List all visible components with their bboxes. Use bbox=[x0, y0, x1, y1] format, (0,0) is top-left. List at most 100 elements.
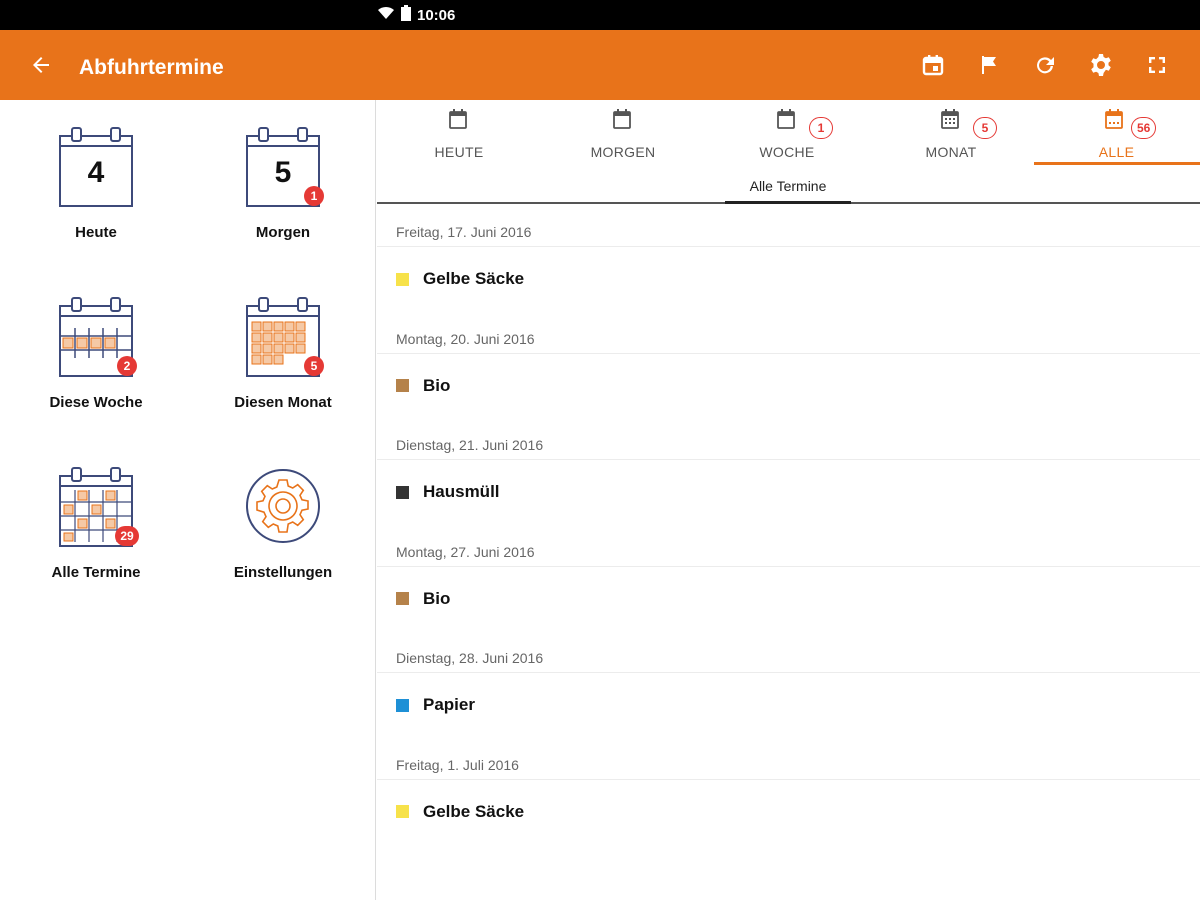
tab-morgen[interactable]: MORGEN bbox=[541, 100, 705, 166]
tile-morgen-label: Morgen bbox=[255, 224, 311, 241]
entry-row: Bio bbox=[396, 375, 450, 397]
settings-gear-icon bbox=[238, 462, 328, 552]
entry-row: Gelbe Säcke bbox=[396, 268, 524, 290]
flag-button[interactable] bbox=[972, 48, 1006, 82]
entry-name: Gelbe Säcke bbox=[423, 269, 525, 288]
entry-row: Gelbe Säcke bbox=[396, 801, 524, 823]
waste-color-swatch bbox=[396, 592, 409, 606]
refresh-icon bbox=[1037, 57, 1054, 74]
tile-heute[interactable]: 4 Heute bbox=[21, 100, 171, 250]
settings-icon bbox=[1091, 54, 1111, 76]
calendar-week-icon: 2 bbox=[51, 292, 141, 382]
entry-row: Bio bbox=[396, 588, 450, 610]
tab-monat-badge: 5 bbox=[973, 117, 997, 139]
refresh-button[interactable] bbox=[1028, 48, 1062, 82]
divider bbox=[377, 352, 1200, 354]
tab-alle-badge: 56 bbox=[1131, 117, 1157, 139]
calendar-day-icon: 5 1 bbox=[238, 122, 328, 212]
calendar-icon bbox=[613, 109, 631, 129]
waste-color-swatch bbox=[396, 698, 409, 712]
tile-alle-termine[interactable]: 29 Alle Termine bbox=[21, 440, 171, 590]
entry-date: Dienstag, 21. Juni 2016 bbox=[396, 437, 544, 454]
calendar-icon bbox=[449, 109, 467, 129]
schedule-list: Freitag, 17. Juni 2016 Gelbe Säcke Monta… bbox=[377, 206, 1200, 900]
list-item[interactable]: Freitag, 17. Juni 2016 Gelbe Säcke bbox=[377, 206, 1200, 313]
divider bbox=[377, 672, 1200, 674]
tile-alle-termine-label: Alle Termine bbox=[51, 564, 141, 581]
waste-color-swatch bbox=[396, 485, 409, 499]
tile-heute-label: Heute bbox=[75, 224, 117, 241]
divider bbox=[377, 565, 1200, 567]
tab-heute[interactable]: HEUTE bbox=[377, 100, 541, 166]
entry-name: Bio bbox=[423, 375, 451, 395]
waste-color-swatch bbox=[396, 379, 409, 393]
divider bbox=[377, 778, 1200, 780]
toolbar-actions bbox=[916, 48, 1174, 82]
tile-einstellungen[interactable]: Einstellungen bbox=[208, 440, 358, 590]
tile-morgen-number: 5 bbox=[274, 156, 292, 189]
tile-einstellungen-label: Einstellungen bbox=[233, 564, 333, 581]
list-item[interactable]: Dienstag, 21. Juni 2016 Hausmüll bbox=[377, 419, 1200, 526]
arrow-left-icon bbox=[33, 57, 49, 73]
flag-icon bbox=[982, 56, 996, 74]
tab-heute-label: HEUTE bbox=[434, 144, 484, 160]
tab-alle-label: ALLE bbox=[1098, 144, 1135, 160]
waste-color-swatch bbox=[396, 272, 409, 286]
entry-name: Gelbe Säcke bbox=[423, 801, 525, 821]
dashboard-grid: 4 Heute 5 1 Morgen 2 Diese Woche 5 Diese… bbox=[0, 100, 376, 900]
battery-icon bbox=[401, 4, 411, 26]
divider bbox=[377, 459, 1200, 461]
calendar-grid-icon bbox=[941, 109, 959, 129]
back-button[interactable] bbox=[24, 48, 58, 82]
entry-row: Hausmüll bbox=[396, 481, 500, 503]
calendar-event-button[interactable] bbox=[916, 48, 950, 82]
entry-name: Bio bbox=[423, 588, 451, 608]
tab-alle[interactable]: 56 ALLE bbox=[1033, 100, 1200, 166]
schedule-panel: HEUTE MORGEN 1 WOCHE 5 MONAT 56 ALLE All… bbox=[377, 100, 1200, 900]
list-item[interactable]: Dienstag, 28. Juni 2016 Papier bbox=[377, 632, 1200, 739]
subtab-bar: Alle Termine bbox=[377, 166, 1200, 204]
entry-name: Papier bbox=[423, 695, 475, 715]
list-item[interactable]: Freitag, 1. Juli 2016 Gelbe Säcke bbox=[377, 739, 1200, 846]
entry-date: Freitag, 17. Juni 2016 bbox=[396, 224, 532, 240]
calendar-day-icon: 4 bbox=[51, 122, 141, 212]
entry-date: Montag, 27. Juni 2016 bbox=[396, 543, 535, 560]
entry-date: Montag, 20. Juni 2016 bbox=[396, 330, 535, 347]
tile-diese-woche[interactable]: 2 Diese Woche bbox=[21, 270, 171, 420]
waste-color-swatch bbox=[396, 805, 409, 819]
calendar-event-icon bbox=[922, 55, 944, 76]
tab-woche-badge: 1 bbox=[809, 117, 833, 139]
tile-morgen-badge: 1 bbox=[304, 186, 324, 206]
calendar-month-icon: 5 bbox=[238, 292, 328, 382]
fullscreen-icon bbox=[1149, 57, 1165, 73]
tile-heute-number: 4 bbox=[87, 156, 105, 189]
list-item[interactable]: Montag, 27. Juni 2016 Bio bbox=[377, 526, 1200, 633]
tile-morgen[interactable]: 5 1 Morgen bbox=[208, 100, 358, 250]
tile-diesen-monat[interactable]: 5 Diesen Monat bbox=[208, 270, 358, 420]
list-item[interactable]: Montag, 20. Juni 2016 Bio bbox=[377, 313, 1200, 420]
tile-diesen-monat-label: Diesen Monat bbox=[234, 394, 332, 411]
tab-woche[interactable]: 1 WOCHE bbox=[705, 100, 869, 166]
tile-diese-woche-label: Diese Woche bbox=[49, 394, 143, 411]
tab-bar: HEUTE MORGEN 1 WOCHE 5 MONAT 56 ALLE bbox=[377, 100, 1200, 166]
calendar-all-icon bbox=[1105, 109, 1123, 129]
wifi-icon bbox=[377, 6, 395, 25]
tab-monat[interactable]: 5 MONAT bbox=[869, 100, 1033, 166]
tile-alle-termine-badge: 29 bbox=[115, 526, 139, 546]
entry-row: Papier bbox=[396, 694, 475, 716]
status-time: 10:06 bbox=[417, 6, 456, 24]
settings-button[interactable] bbox=[1084, 48, 1118, 82]
fullscreen-button[interactable] bbox=[1140, 48, 1174, 82]
entry-date: Freitag, 1. Juli 2016 bbox=[396, 756, 519, 773]
entry-date: Dienstag, 28. Juni 2016 bbox=[396, 650, 544, 667]
tab-monat-label: MONAT bbox=[925, 144, 977, 160]
status-bar: 10:06 bbox=[0, 0, 1200, 30]
tab-woche-label: WOCHE bbox=[759, 144, 815, 160]
calendar-icon bbox=[777, 109, 795, 129]
status-icons: 10:06 bbox=[377, 0, 1200, 30]
tile-diesen-monat-badge: 5 bbox=[304, 356, 324, 376]
entry-name: Hausmüll bbox=[423, 482, 500, 502]
tab-indicator bbox=[1034, 162, 1200, 165]
tab-morgen-label: MORGEN bbox=[590, 144, 656, 160]
subtab-alle-termine[interactable]: Alle Termine bbox=[725, 166, 851, 204]
